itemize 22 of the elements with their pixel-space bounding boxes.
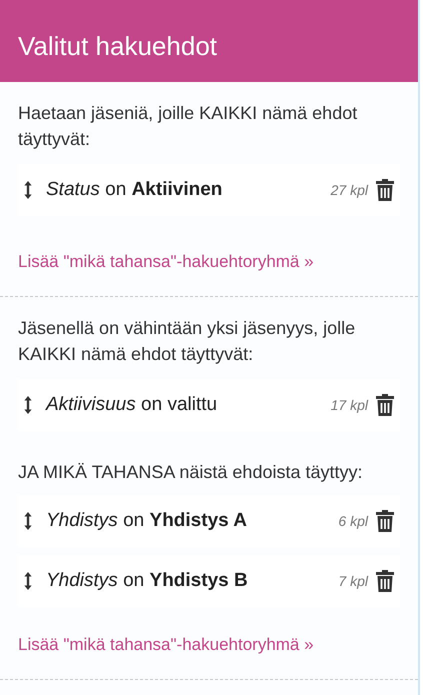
match-count: 7 kpl xyxy=(338,573,368,589)
match-count: 17 kpl xyxy=(330,397,368,413)
condition-text: Status on Aktiivinen xyxy=(46,179,224,201)
group-description: Haetaan jäseniä, joille KAIKKI nämä ehdot täyttyvät: xyxy=(18,102,358,151)
trash-icon[interactable] xyxy=(376,570,394,592)
sort-handle-icon[interactable] xyxy=(24,396,32,414)
trash-icon[interactable] xyxy=(376,179,394,201)
condition-text: Aktiivisuus on valittu xyxy=(46,394,218,416)
condition-text: Yhdistys on Yhdistys A xyxy=(46,510,248,532)
trash-icon[interactable] xyxy=(376,394,394,416)
panel-title: Valitut hakuehdot xyxy=(18,30,217,62)
group-description: Jäsenellä on vähintään yksi jäsenyys, jolle KAIKKI nämä ehdot täyttyvät: xyxy=(18,317,356,366)
group-description: JA MIKÄ TAHANSA näistä ehdoista täyttyy: xyxy=(18,461,364,484)
match-count: 27 kpl xyxy=(330,182,368,198)
add-group-link[interactable]: Lisää "mikä tahansa"-hakuehtoryhmä » xyxy=(18,252,314,272)
sort-handle-icon[interactable] xyxy=(24,512,32,530)
sort-handle-icon[interactable] xyxy=(24,572,32,590)
sort-handle-icon[interactable] xyxy=(24,181,32,199)
condition-text: Yhdistys on Yhdistys B xyxy=(46,570,249,592)
match-count: 6 kpl xyxy=(338,513,368,529)
trash-icon[interactable] xyxy=(376,510,394,532)
add-group-link[interactable]: Lisää "mikä tahansa"-hakuehtoryhmä » xyxy=(18,635,314,655)
